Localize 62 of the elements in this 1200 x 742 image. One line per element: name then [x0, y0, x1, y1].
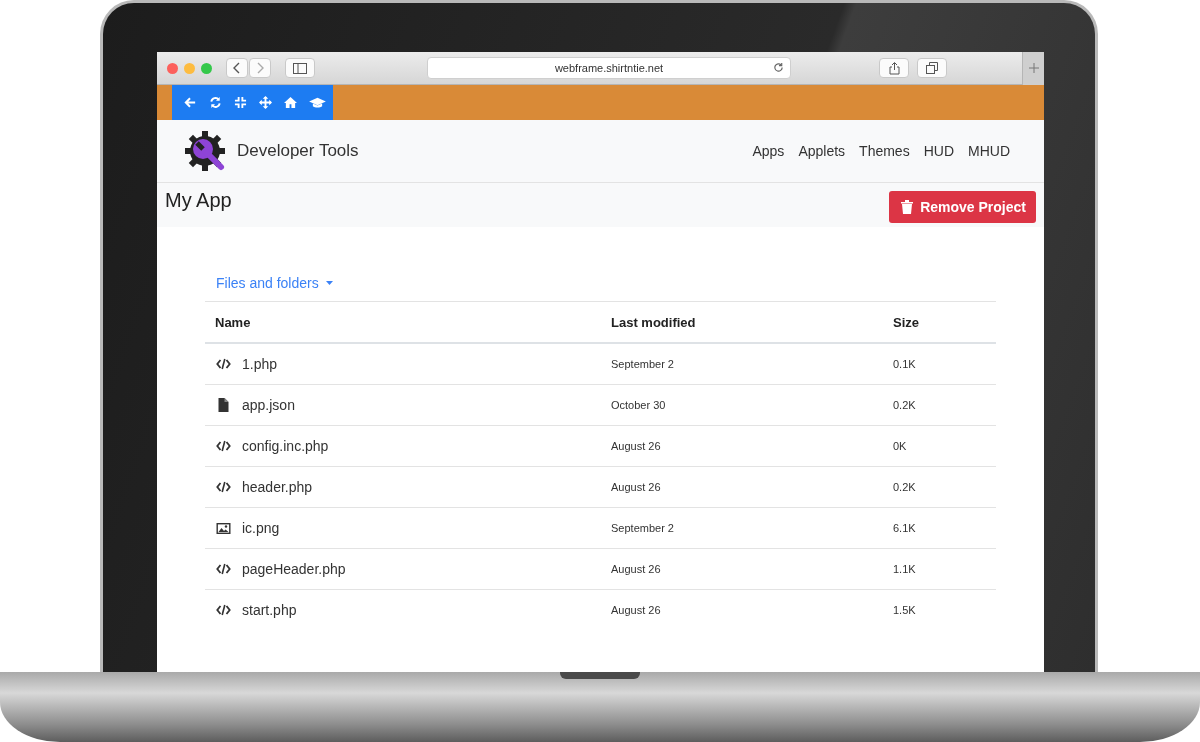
modified-date: August 26 [611, 563, 661, 575]
modified-date: September 2 [611, 522, 674, 534]
caret-icon [325, 281, 333, 285]
tabs-button[interactable] [917, 58, 947, 78]
address-bar[interactable]: webframe.shirtntie.net [427, 57, 791, 79]
tabs-icon [926, 62, 938, 74]
code-icon [215, 440, 232, 452]
reload-icon[interactable] [773, 62, 784, 73]
nav-link[interactable]: Applets [798, 143, 846, 159]
chevron-right-icon [256, 62, 264, 74]
file-size: 6.1K [893, 522, 916, 534]
plus-icon [1028, 63, 1039, 73]
image-icon [215, 522, 232, 534]
code-icon [215, 481, 232, 493]
compress-icon[interactable] [234, 96, 247, 109]
chevron-left-icon [233, 62, 241, 74]
code-icon [215, 358, 232, 370]
file-name[interactable]: start.php [242, 602, 297, 618]
file-name[interactable]: app.json [242, 397, 295, 413]
sidebar-icon [293, 62, 307, 74]
nav-link[interactable]: Apps [752, 143, 785, 159]
close-icon[interactable] [167, 62, 178, 74]
file-size: 0K [893, 440, 907, 452]
files-dropdown[interactable]: Files and folders [205, 273, 333, 293]
url-text: webframe.shirtntie.net [554, 62, 664, 74]
file-name[interactable]: 1.php [242, 356, 278, 372]
column-header: Last modified [601, 301, 883, 343]
file-name[interactable]: header.php [242, 479, 313, 495]
remove-project-button[interactable]: Remove Project [889, 191, 1036, 223]
file-name[interactable]: config.inc.php [242, 438, 329, 454]
file-name[interactable]: ic.png [242, 520, 280, 536]
modified-date: August 26 [611, 440, 661, 452]
modified-date: September 2 [611, 358, 674, 370]
site-title[interactable]: Developer Tools [237, 141, 359, 161]
page-title: My App [165, 189, 232, 212]
code-icon [215, 604, 232, 616]
refresh-icon[interactable] [209, 96, 222, 109]
back-button[interactable] [226, 58, 248, 78]
nav-link[interactable]: HUD [923, 143, 954, 159]
modified-date: October 30 [611, 399, 666, 411]
graduation-cap-icon[interactable] [309, 96, 326, 109]
file-size: 0.2K [893, 481, 916, 493]
modified-date: August 26 [611, 481, 661, 493]
file-size: 1.1K [893, 563, 916, 575]
nav-link[interactable]: Themes [859, 143, 910, 159]
code-icon [215, 563, 232, 575]
share-icon [888, 61, 900, 75]
file-name[interactable]: pageHeader.php [242, 561, 346, 577]
home-icon[interactable] [284, 96, 297, 109]
trash-icon [901, 200, 914, 214]
file-size: 0.2K [893, 399, 916, 411]
back-arrow-icon[interactable] [184, 96, 197, 109]
nav-link[interactable]: MHUD [968, 143, 1010, 159]
file-size: 1.5K [893, 604, 916, 616]
column-header: Size [883, 301, 996, 343]
move-icon[interactable] [259, 96, 272, 109]
share-button[interactable] [879, 58, 909, 78]
column-header: Name [205, 301, 601, 343]
file-size: 0.1K [893, 358, 916, 370]
gear-wrench-icon [183, 129, 227, 173]
sidebar-button[interactable] [285, 58, 315, 78]
modified-date: August 26 [611, 604, 661, 616]
